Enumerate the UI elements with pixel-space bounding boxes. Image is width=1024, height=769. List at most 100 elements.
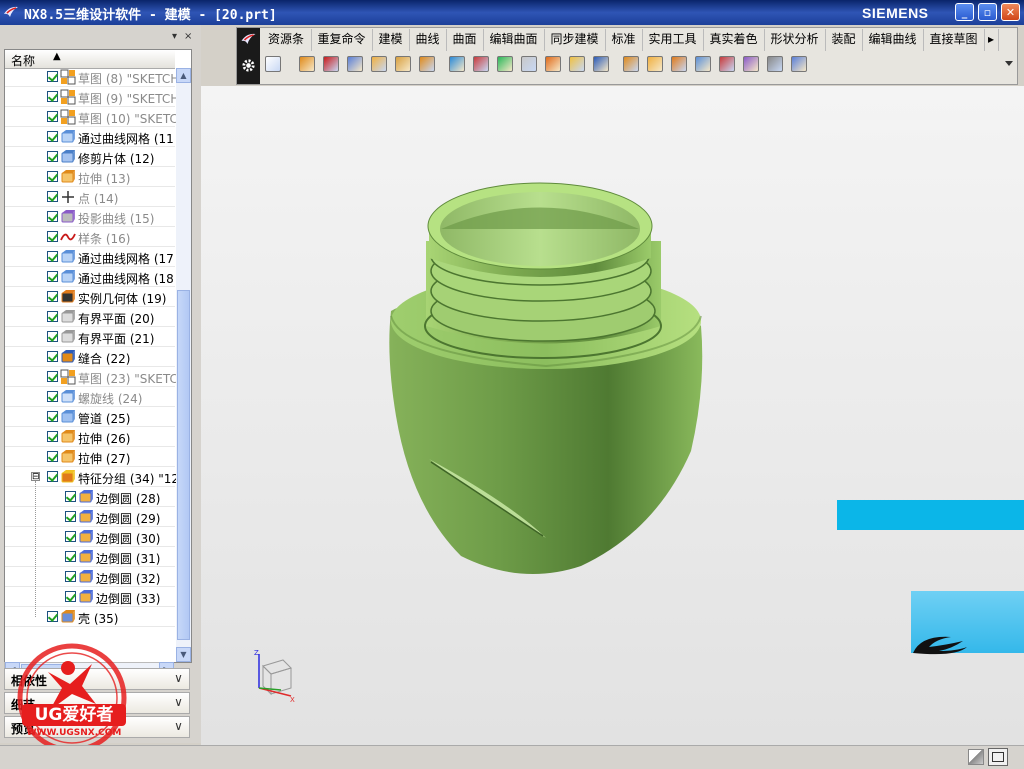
graphics-window[interactable]: Z X (201, 86, 1024, 746)
visibility-checkbox[interactable] (65, 531, 76, 542)
visibility-checkbox[interactable] (65, 551, 76, 562)
tree-row[interactable]: 通过曲线网格 (11 (5, 127, 175, 147)
intersect-icon[interactable] (569, 56, 585, 72)
subtract-icon[interactable] (545, 56, 561, 72)
tree-row[interactable]: 边倒圆 (29) (5, 507, 175, 527)
toolbar-tab[interactable]: 实用工具 (642, 29, 704, 51)
toolbar-tab[interactable]: 编辑曲线 (862, 29, 924, 51)
visibility-checkbox[interactable] (47, 151, 58, 162)
vertical-scrollbar[interactable]: ▲ ▼ (176, 68, 191, 662)
datum-plane-icon[interactable] (695, 56, 711, 72)
tree-row[interactable]: 边倒圆 (31) (5, 547, 175, 567)
tree-row[interactable]: 边倒圆 (33) (5, 587, 175, 607)
offset-face-icon[interactable] (743, 56, 759, 72)
tree-row[interactable]: 拉伸 (26) (5, 427, 175, 447)
visibility-checkbox[interactable] (47, 371, 58, 382)
toolbar-tab[interactable]: 曲面 (446, 29, 484, 51)
sketch-icon[interactable] (419, 56, 435, 72)
chevron-down-icon[interactable]: ∨ (171, 719, 186, 734)
visibility-checkbox[interactable] (65, 571, 76, 582)
toolbar-tab[interactable]: 直接草图 (923, 29, 985, 51)
visibility-checkbox[interactable] (65, 491, 76, 502)
screen-layout-icon[interactable] (988, 748, 1008, 766)
tree-row[interactable]: 边倒圆 (32) (5, 567, 175, 587)
pattern-icon[interactable] (623, 56, 639, 72)
move-face-icon[interactable] (671, 56, 687, 72)
tree-row[interactable]: 样条 (16) (5, 227, 175, 247)
new-file-icon[interactable] (265, 56, 281, 72)
visibility-checkbox[interactable] (47, 111, 58, 122)
tree-row[interactable]: 点 (14) (5, 187, 175, 207)
visibility-checkbox[interactable] (47, 331, 58, 342)
nx-logo-icon[interactable] (240, 31, 257, 47)
chevron-down-icon[interactable]: ∨ (171, 671, 186, 686)
tree-row[interactable]: 螺旋线 (24) (5, 387, 175, 407)
visibility-checkbox[interactable] (47, 191, 58, 202)
tree-row[interactable]: 通过曲线网格 (18 (5, 267, 175, 287)
visibility-checkbox[interactable] (47, 311, 58, 322)
visibility-checkbox[interactable] (47, 351, 58, 362)
tree-row[interactable]: 有界平面 (21) (5, 327, 175, 347)
tree-row[interactable]: 草图 (23) "SKETC (5, 367, 178, 387)
tree-row[interactable]: 壳 (35) (5, 607, 175, 627)
sort-ascending-icon[interactable]: ▲ (53, 51, 61, 62)
toolbar-options-icon[interactable] (1005, 61, 1013, 66)
fullscreen-toggle-icon[interactable] (968, 749, 984, 765)
tree-row[interactable]: 有界平面 (20) (5, 307, 175, 327)
revolve-icon[interactable] (323, 56, 339, 72)
close-icon[interactable]: × (184, 31, 192, 42)
visibility-checkbox[interactable] (47, 131, 58, 142)
toolbar-tab[interactable]: 形状分析 (764, 29, 826, 51)
toolbar-tab[interactable]: 同步建模 (544, 29, 606, 51)
tree-row[interactable]: 通过曲线网格 (17 (5, 247, 175, 267)
scrollbar-thumb[interactable] (177, 290, 190, 640)
sphere-icon[interactable] (395, 56, 411, 72)
tree-row[interactable]: 拉伸 (27) (5, 447, 175, 467)
close-button[interactable]: ✕ (1001, 3, 1020, 21)
toolbar-tab[interactable]: 重复命令 (311, 29, 373, 51)
toolbar-tab[interactable]: 资源条 (261, 29, 312, 51)
trim-body-icon[interactable] (593, 56, 609, 72)
visibility-checkbox[interactable] (47, 271, 58, 282)
tree-row[interactable]: 拉伸 (13) (5, 167, 175, 187)
tree-row[interactable]: 边倒圆 (28) (5, 487, 175, 507)
toolbar-tab[interactable]: 建模 (372, 29, 410, 51)
chevron-down-icon[interactable]: ▾ (172, 31, 177, 42)
tree-row[interactable]: 缝合 (22) (5, 347, 175, 367)
collapse-toggle-icon[interactable]: ⊟ (31, 472, 40, 482)
tree-row[interactable]: ⊟ 特征分组 (34) "12 (5, 467, 179, 487)
tree-row[interactable]: 实例几何体 (19) (5, 287, 175, 307)
more-tabs-icon[interactable]: ▸ (984, 29, 999, 51)
extrude-icon[interactable] (299, 56, 315, 72)
block-icon[interactable] (347, 56, 363, 72)
visibility-checkbox[interactable] (47, 231, 58, 242)
tree-row[interactable]: 修剪片体 (12) (5, 147, 175, 167)
chamfer-icon[interactable] (473, 56, 489, 72)
cylinder-icon[interactable] (371, 56, 387, 72)
visibility-checkbox[interactable] (47, 451, 58, 462)
tree-row[interactable]: 草图 (10) "SKETC (5, 107, 178, 127)
shell-icon[interactable] (497, 56, 513, 72)
visibility-checkbox[interactable] (47, 91, 58, 102)
mirror-icon[interactable] (647, 56, 663, 72)
datum-axis-icon[interactable] (719, 56, 735, 72)
edge-blend-icon[interactable] (449, 56, 465, 72)
gear-icon[interactable] (241, 58, 256, 73)
visibility-checkbox[interactable] (47, 71, 58, 82)
scroll-up-icon[interactable]: ▲ (176, 68, 191, 83)
toolbar-tab[interactable]: 曲线 (409, 29, 447, 51)
scroll-down-icon[interactable]: ▼ (176, 647, 191, 662)
unite-icon[interactable] (521, 56, 537, 72)
toolbar-tab[interactable]: 编辑曲面 (483, 29, 545, 51)
tree-row[interactable]: 边倒圆 (30) (5, 527, 175, 547)
visibility-checkbox[interactable] (47, 431, 58, 442)
visibility-checkbox[interactable] (47, 251, 58, 262)
visibility-checkbox[interactable] (47, 411, 58, 422)
tree-row[interactable]: 草图 (9) "SKETCH (5, 87, 179, 107)
visibility-checkbox[interactable] (65, 591, 76, 602)
toolbar-tab[interactable]: 真实着色 (703, 29, 765, 51)
visibility-checkbox[interactable] (47, 611, 58, 622)
draft-icon[interactable] (767, 56, 783, 72)
toolbar-tab[interactable]: 标准 (605, 29, 643, 51)
toolbar-tab[interactable]: 装配 (825, 29, 863, 51)
